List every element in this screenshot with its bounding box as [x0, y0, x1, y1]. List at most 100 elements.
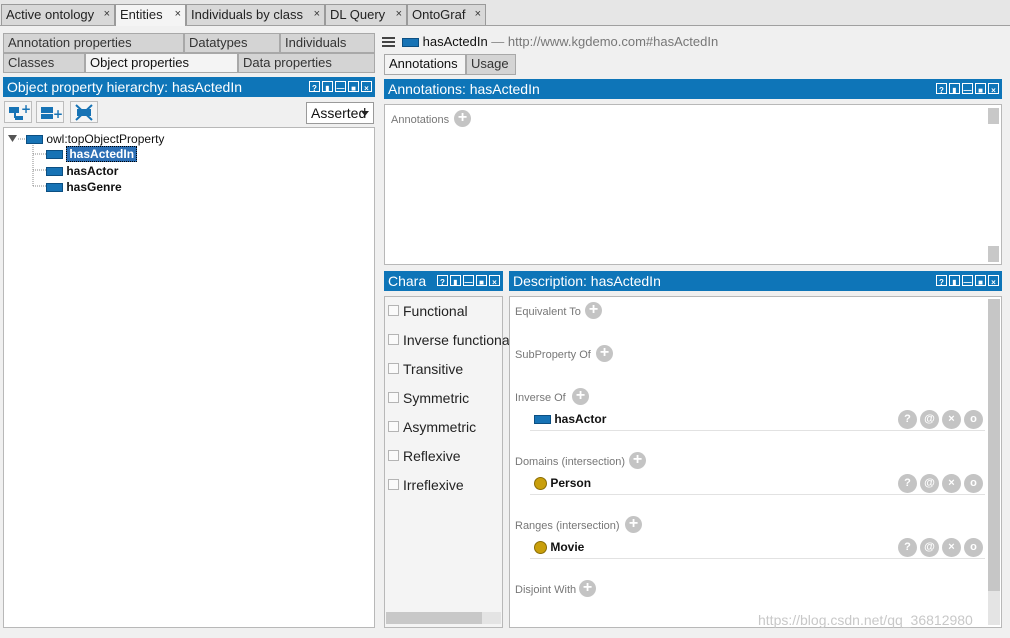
domain-item[interactable]: Person — [534, 476, 591, 491]
tab-usage[interactable]: Usage — [466, 54, 516, 75]
minimize-button[interactable]: — — [962, 83, 973, 95]
tab-entities[interactable]: Entities × — [115, 4, 186, 26]
edit-button[interactable]: o — [964, 410, 983, 429]
add-sibling-property-button[interactable]: + — [36, 101, 64, 123]
object-property-icon — [46, 150, 63, 160]
tree-item-hasactedin[interactable]: hasActedIn — [46, 146, 138, 162]
entity-iri: http://www.kgdemo.com#hasActedIn — [507, 34, 719, 49]
close-icon[interactable]: × — [314, 5, 320, 24]
add-sub-property-button[interactable]: + — [4, 101, 32, 123]
asymmetric-label: Asymmetric — [403, 419, 477, 435]
tree-item-hasactor[interactable]: hasActor — [46, 164, 118, 178]
close-button[interactable]: × — [489, 275, 500, 287]
annotations-scroll-up[interactable] — [988, 108, 999, 124]
edit-button[interactable]: o — [964, 538, 983, 557]
close-icon[interactable]: × — [396, 5, 402, 24]
inverse-item[interactable]: hasActor — [534, 412, 606, 426]
maximize-icon: ■ — [351, 84, 356, 93]
close-icon[interactable]: × — [104, 5, 110, 24]
characteristics-panel-header: Chara ? ▮ — ■ × — [384, 271, 503, 291]
minimize-button[interactable]: — — [335, 81, 346, 93]
row-divider — [530, 430, 985, 431]
close-button[interactable]: × — [361, 81, 372, 93]
tree-item-hasgenre[interactable]: hasGenre — [46, 180, 122, 194]
delete-button[interactable]: × — [942, 538, 961, 557]
split-button[interactable]: ▮ — [450, 275, 461, 287]
tab-data-properties[interactable]: Data properties — [238, 53, 375, 73]
delete-property-button[interactable] — [70, 101, 98, 123]
irreflexive-checkbox[interactable] — [388, 479, 399, 490]
annotate-button[interactable]: @ — [920, 410, 939, 429]
tree-root[interactable]: owl:topObjectProperty — [26, 132, 164, 146]
tab-dl-query[interactable]: DL Query × — [325, 4, 407, 25]
minimize-button[interactable]: — — [463, 275, 474, 287]
asymmetric-checkbox[interactable] — [388, 421, 399, 432]
explain-button[interactable]: ? — [898, 410, 917, 429]
domains-label: Domains (intersection) — [515, 456, 626, 468]
functional-checkbox[interactable] — [388, 305, 399, 316]
split-button[interactable]: ▮ — [322, 81, 333, 93]
tab-datatypes[interactable]: Datatypes — [184, 33, 280, 53]
tab-label: OntoGraf — [412, 7, 466, 22]
object-property-icon — [402, 38, 419, 48]
tab-ontograf[interactable]: OntoGraf × — [407, 4, 486, 25]
maximize-icon: ■ — [978, 86, 983, 95]
add-equivalent-button[interactable]: + — [585, 302, 602, 319]
tab-object-properties[interactable]: Object properties — [85, 53, 238, 73]
add-sub-property-icon: + — [9, 102, 31, 120]
symmetric-checkbox[interactable] — [388, 392, 399, 403]
delete-button[interactable]: × — [942, 410, 961, 429]
tab-annotation-properties[interactable]: Annotation properties — [3, 33, 184, 53]
help-button[interactable]: ? — [936, 83, 947, 95]
split-button[interactable]: ▮ — [949, 83, 960, 95]
tab-active-ontology[interactable]: Active ontology × — [1, 4, 115, 25]
menu-icon[interactable] — [382, 36, 396, 48]
delete-button[interactable]: × — [942, 474, 961, 493]
explain-button[interactable]: ? — [898, 538, 917, 557]
explain-button[interactable]: ? — [898, 474, 917, 493]
inverse-of-label: Inverse Of — [515, 392, 566, 404]
inverse-functional-checkbox[interactable] — [388, 334, 399, 345]
add-annotation-button[interactable]: + — [454, 110, 471, 127]
split-button[interactable]: ▮ — [949, 275, 960, 287]
description-scroll-thumb[interactable] — [988, 299, 1000, 591]
annotate-button[interactable]: @ — [920, 538, 939, 557]
transitive-checkbox[interactable] — [388, 363, 399, 374]
maximize-button[interactable]: ■ — [476, 275, 487, 287]
close-button[interactable]: × — [988, 83, 999, 95]
tree-item-label: hasActor — [66, 164, 119, 178]
reflexive-checkbox[interactable] — [388, 450, 399, 461]
object-property-icon — [46, 183, 63, 193]
close-button[interactable]: × — [988, 275, 999, 287]
tab-annotations[interactable]: Annotations — [384, 54, 466, 75]
tab-classes[interactable]: Classes — [3, 53, 85, 73]
help-button[interactable]: ? — [437, 275, 448, 287]
maximize-button[interactable]: ■ — [975, 275, 986, 287]
tab-individuals-by-class[interactable]: Individuals by class × — [186, 4, 325, 25]
annotate-button[interactable]: @ — [920, 474, 939, 493]
add-range-button[interactable]: + — [625, 516, 642, 533]
close-icon[interactable]: × — [175, 5, 181, 24]
row-divider — [530, 494, 985, 495]
maximize-button[interactable]: ■ — [348, 81, 359, 93]
hierarchy-mode-select[interactable]: Asserted — [306, 102, 374, 124]
close-icon: × — [991, 86, 996, 95]
help-button[interactable]: ? — [936, 275, 947, 287]
disjoint-with-label: Disjoint With — [515, 584, 577, 596]
add-disjoint-button[interactable]: + — [579, 580, 596, 597]
range-item[interactable]: Movie — [534, 540, 584, 555]
annotations-scroll-down[interactable] — [988, 246, 999, 262]
help-button[interactable]: ? — [309, 81, 320, 93]
delete-property-icon — [75, 104, 93, 121]
maximize-button[interactable]: ■ — [975, 83, 986, 95]
add-domain-button[interactable]: + — [629, 452, 646, 469]
tab-individuals[interactable]: Individuals — [280, 33, 375, 53]
add-sibling-property-icon: + — [41, 107, 63, 121]
close-icon[interactable]: × — [475, 5, 481, 24]
minimize-button[interactable]: — — [962, 275, 973, 287]
add-inverse-button[interactable]: + — [572, 388, 589, 405]
edit-button[interactable]: o — [964, 474, 983, 493]
tab-label: Entities — [120, 7, 163, 22]
add-subproperty-button[interactable]: + — [596, 345, 613, 362]
characteristics-hscroll-thumb[interactable] — [386, 612, 482, 624]
